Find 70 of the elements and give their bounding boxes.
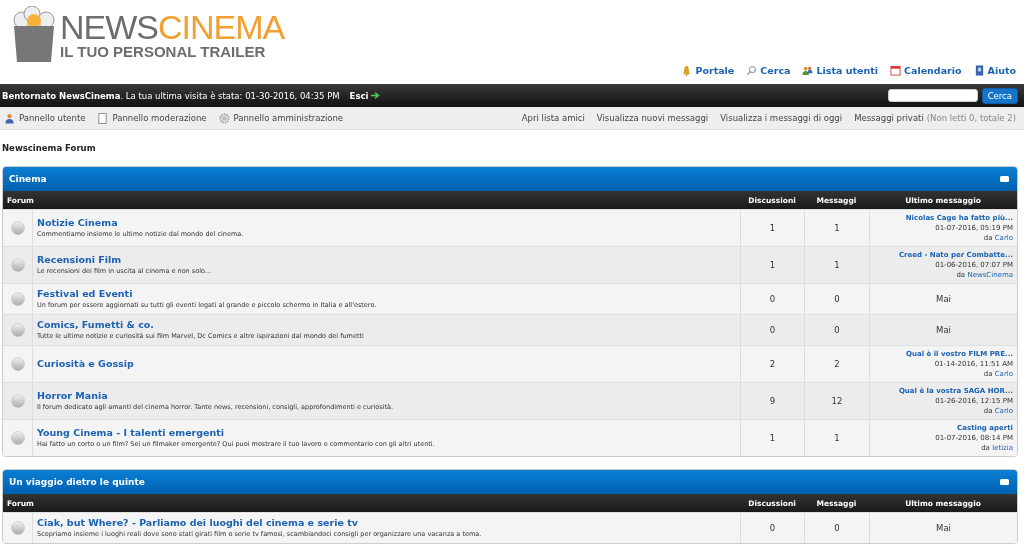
help-book-icon (973, 65, 985, 76)
user-icon (4, 112, 15, 124)
forum-title-link[interactable]: Ciak, but Where? - Parliamo dei luoghi del cinema e serie tv (37, 517, 358, 529)
forum-status-icon (10, 221, 25, 235)
thread-count: 0 (769, 294, 776, 304)
panel-link[interactable]: Pannello utente (4, 112, 86, 124)
thread-count: 9 (769, 396, 776, 406)
logo-tagline: IL TUO PERSONAL TRAILER (60, 44, 267, 60)
thread-count: 1 (769, 223, 776, 233)
thread-count: 2 (769, 359, 776, 369)
message-count: (Non letti 0, totale 2) (926, 113, 1016, 123)
post-count: 12 (831, 396, 843, 406)
thread-count: 1 (769, 260, 776, 270)
forum-title-link[interactable]: Recensioni Film (37, 254, 122, 266)
last-post-empty: Mai (936, 325, 951, 335)
collapse-icon[interactable] (1000, 176, 1009, 182)
nav-link[interactable]: Lista utenti (802, 65, 878, 76)
bell-icon (681, 65, 693, 76)
popcorn-bucket-icon (12, 6, 56, 64)
forum-status-icon (10, 323, 25, 337)
post-count: 1 (834, 433, 840, 443)
forum-status-icon (10, 292, 25, 306)
forum-status-icon (10, 431, 25, 445)
arrow-right-icon (371, 92, 381, 99)
category-title: Un viaggio dietro le quinte (9, 477, 145, 487)
forum-title-link[interactable]: Comics, Fumetti & co. (37, 319, 154, 331)
users-icon (802, 65, 814, 76)
forum-title-link[interactable]: Festival ed Eventi (37, 288, 133, 300)
nav-link[interactable]: Portale (681, 65, 735, 76)
post-count: 2 (834, 359, 840, 369)
forum-status-icon (10, 258, 25, 272)
gear-icon (218, 112, 230, 124)
forum-title-link[interactable]: Horror Mania (37, 390, 108, 402)
post-count: 1 (834, 223, 840, 233)
post-count: 0 (834, 325, 840, 335)
forum-status-icon (10, 394, 25, 408)
search-icon (746, 65, 758, 76)
toolbar-link[interactable]: Visualizza i messaggi di oggi (720, 113, 843, 123)
toolbar-link[interactable]: Apri lista amici (521, 113, 585, 123)
thread-count: 0 (769, 325, 776, 335)
forum-status-icon (10, 521, 25, 535)
calendar-icon (890, 65, 901, 76)
forum-title-link[interactable]: Young Cinema - I talenti emergenti (37, 427, 225, 439)
thread-count: 0 (769, 523, 776, 533)
breadcrumb: Newscinema Forum (1, 142, 97, 155)
category-title: Cinema (9, 174, 47, 184)
toolbar-link[interactable]: Visualizza nuovi messaggi (596, 113, 709, 123)
private-messages-link[interactable]: Messaggi privati (854, 113, 924, 123)
panel-link[interactable]: Pannello moderazione (97, 112, 207, 124)
logout-link[interactable]: Esci (349, 90, 369, 101)
last-post-empty: Mai (936, 294, 951, 304)
nav-link[interactable]: Calendario (890, 65, 962, 76)
page-icon (97, 112, 109, 124)
forum-status-icon (10, 357, 25, 371)
search-button[interactable]: Cerca (981, 87, 1018, 104)
nav-link[interactable]: Aiuto (973, 65, 1016, 76)
logo-text: CINEMA (158, 10, 285, 44)
search-field[interactable] (887, 89, 978, 102)
welcome-text: Bentornato NewsCinema. La tua ultima visita è stata: 01-30-2016, 04:35 PM (2, 90, 340, 101)
thread-count: 1 (769, 433, 776, 443)
post-count: 1 (834, 260, 840, 270)
panel-link[interactable]: Pannello amministrazione (218, 112, 344, 124)
forum-title-link[interactable]: Notizie Cinema (37, 217, 118, 229)
last-post-empty: Mai (936, 523, 951, 533)
nav-link[interactable]: Cerca (746, 65, 791, 76)
post-count: 0 (834, 523, 840, 533)
collapse-icon[interactable] (1000, 479, 1009, 485)
post-count: 0 (834, 294, 840, 304)
forum-title-link[interactable]: Curiosità e Gossip (37, 358, 134, 370)
logo-text: NEWS (60, 10, 158, 44)
